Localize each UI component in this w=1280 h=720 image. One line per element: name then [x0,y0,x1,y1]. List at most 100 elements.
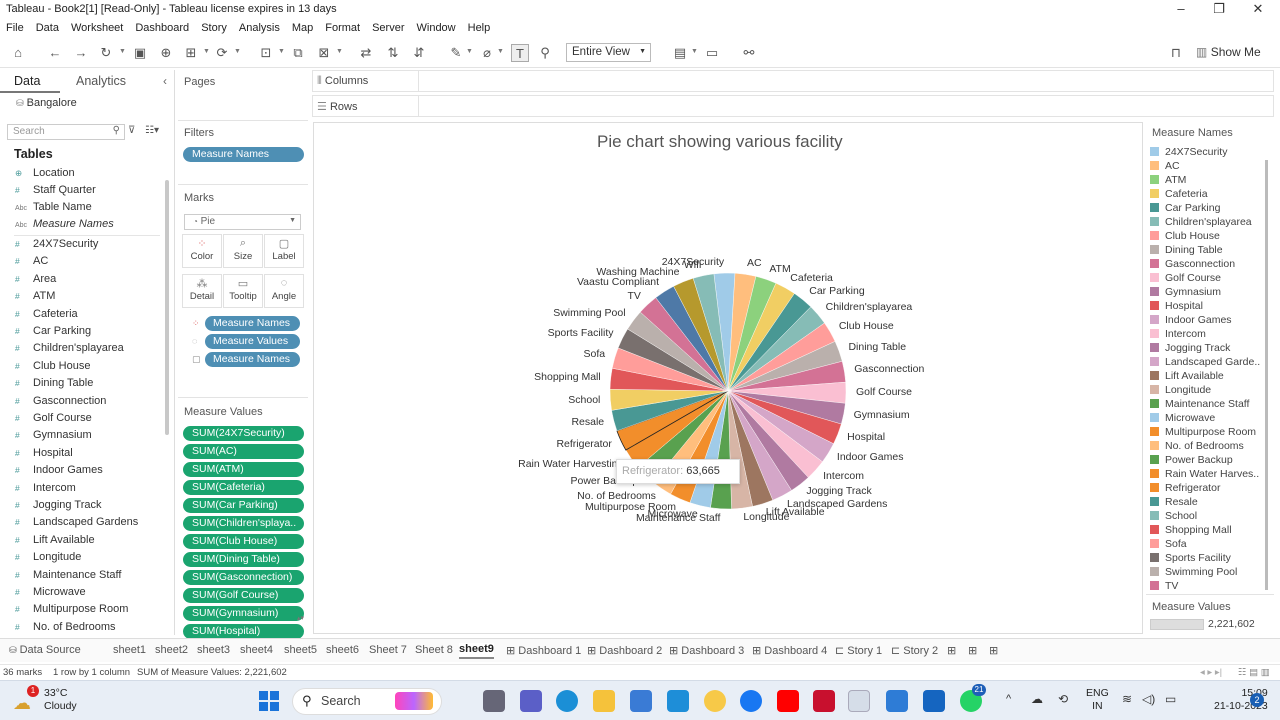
volume-icon[interactable]: ◁) [1142,692,1155,706]
tab-story-2[interactable]: ⊏ Story 2 [891,644,938,657]
share-icon[interactable]: ⚯ [740,44,758,62]
legend-scrollbar[interactable] [1265,160,1268,590]
legend-item[interactable]: Indoor Games [1150,314,1232,328]
scroll-arrows-icon[interactable]: ▴▾ [297,614,304,622]
store-icon[interactable] [630,690,652,712]
datasource-item[interactable]: ⛁ Bangalore [16,97,77,109]
clear-sheet-icon[interactable]: ⊠ [315,44,333,62]
measure-value-pill[interactable]: SUM(AC) [183,444,304,459]
new-datasource-icon[interactable]: ⊕ [157,44,175,62]
tab-dashboard-3[interactable]: ⊞ Dashboard 3 [669,644,744,657]
field-measure[interactable]: # Intercom [15,482,165,499]
maximize-button[interactable]: ❐ [1209,1,1229,17]
legend-item[interactable]: ATM [1150,174,1186,188]
rows-shelf[interactable]: ☰ Rows [312,95,1274,117]
field-measure[interactable]: # Area [15,273,165,290]
field-measure[interactable]: # Car Parking [15,325,165,342]
legend-item[interactable]: Sofa [1150,538,1187,552]
legend-item[interactable]: Gasconnection [1150,258,1235,272]
field-measure[interactable]: # Longitude [15,551,165,568]
dropdown-arrow-icon[interactable]: ▼ [466,48,473,55]
filter-icon[interactable]: ⊽ [128,125,135,136]
legend-item[interactable]: Gymnasium [1150,286,1221,300]
legend-item[interactable]: Refrigerator [1150,482,1220,496]
filter-pill-measure-names[interactable]: Measure Names [183,147,304,162]
legend-item[interactable]: Rain Water Harves.. [1150,468,1259,482]
tab-sheet2[interactable]: sheet2 [155,644,188,656]
menu-story[interactable]: Story [195,20,233,34]
mcafee-icon[interactable] [667,690,689,712]
legend-item[interactable]: TV [1150,580,1178,594]
task-view-icon[interactable] [483,690,505,712]
view-options-icon[interactable]: ☷▾ [145,125,159,136]
hint-icon[interactable]: ⊓ [1167,44,1185,62]
dropdown-arrow-icon[interactable]: ▼ [497,48,504,55]
home-icon[interactable]: ⌂ [9,44,27,62]
measure-value-pill[interactable]: SUM(24X7Security) [183,426,304,441]
new-story-tab-icon[interactable]: ⊞ [989,644,998,657]
tab-sheet-7[interactable]: Sheet 7 [369,644,407,656]
field-measure[interactable]: # No. of Bedrooms [15,621,165,638]
measure-value-pill[interactable]: SUM(ATM) [183,462,304,477]
tab-sheet-8[interactable]: Sheet 8 [415,644,453,656]
measure-value-pill[interactable]: SUM(Gasconnection) [183,570,304,585]
tab-dashboard-2[interactable]: ⊞ Dashboard 2 [587,644,662,657]
legend-item[interactable]: Swimming Pool [1150,566,1237,580]
battery-icon[interactable]: ▭ [1165,692,1176,706]
field-measure[interactable]: # Dining Table [15,377,165,394]
new-worksheet-icon[interactable]: ⊡ [257,44,275,62]
measure-value-pill[interactable]: SUM(Children'splaya.. [183,516,304,531]
redo-icon[interactable]: → [72,44,90,62]
new-worksheet-tab-icon[interactable]: ⊞ [947,644,956,657]
field-measure[interactable]: # Maintenance Staff [15,569,165,586]
menu-map[interactable]: Map [286,20,319,34]
field-measure[interactable]: # Jogging Track [15,499,165,516]
scrollbar[interactable] [165,180,169,435]
fit-view-select[interactable]: Entire View ▼ [566,43,651,62]
view-canvas[interactable] [313,122,1143,634]
group-icon[interactable]: ⌀ [478,44,496,62]
notification-badge[interactable]: 2 [1250,693,1264,707]
menu-worksheet[interactable]: Worksheet [65,20,129,34]
legend-item[interactable]: No. of Bedrooms [1150,440,1244,454]
legend-item[interactable]: Landscaped Garde.. [1150,356,1260,370]
pin-icon[interactable]: ⚲ [536,44,554,62]
dropdown-arrow-icon[interactable]: ▼ [203,48,210,55]
file-explorer-icon[interactable] [593,690,615,712]
field-measure[interactable]: # Lift Available [15,534,165,551]
menu-window[interactable]: Window [411,20,462,34]
tableau-icon[interactable] [848,690,870,712]
taskbar-search[interactable]: ⚲ Search [292,688,442,715]
legend-item[interactable]: Multipurpose Room [1150,426,1256,440]
legend-item[interactable]: Sports Facility [1150,552,1231,566]
tab-data[interactable]: Data [14,74,40,88]
field-table-name[interactable]: Abc Table Name [15,201,165,218]
legend-item[interactable]: Microwave [1150,412,1215,426]
field-measure[interactable]: # AC [15,255,165,272]
field-measure[interactable]: # Children'splayarea [15,342,165,359]
measure-value-pill[interactable]: SUM(Hospital) [183,624,304,639]
color-button[interactable]: ⁘ Color [182,234,222,268]
field-measure[interactable]: # Microwave [15,586,165,603]
field-measure-names[interactable]: Abc Measure Names [15,218,165,235]
language-indicator[interactable]: ENG IN [1086,687,1109,713]
tab-sheet3[interactable]: sheet3 [197,644,230,656]
tray-chevron-icon[interactable]: ^ [1006,693,1011,705]
tab-sheet5[interactable]: sheet5 [284,644,317,656]
dropdown-arrow-icon[interactable]: ▼ [691,48,698,55]
marks-pill-label[interactable]: Measure Names [205,352,300,367]
wifi-icon[interactable]: ≋ [1122,692,1132,706]
label-button[interactable]: ▢ Label [264,234,304,268]
tab-dashboard-4[interactable]: ⊞ Dashboard 4 [752,644,827,657]
security-app-icon[interactable] [813,690,835,712]
refresh-icon[interactable]: ⟳ [213,44,231,62]
legend-item[interactable]: Club House [1150,230,1220,244]
legend-item[interactable]: Car Parking [1150,202,1220,216]
show-labels-icon[interactable]: T [511,44,529,62]
dropdown-arrow-icon[interactable]: ▼ [234,48,241,55]
legend-item[interactable]: Intercom [1150,328,1206,342]
tab-story-1[interactable]: ⊏ Story 1 [835,644,882,657]
measure-value-pill[interactable]: SUM(Golf Course) [183,588,304,603]
sort-descending-icon[interactable]: ⇵ [410,44,428,62]
save-icon[interactable]: ▣ [131,44,149,62]
